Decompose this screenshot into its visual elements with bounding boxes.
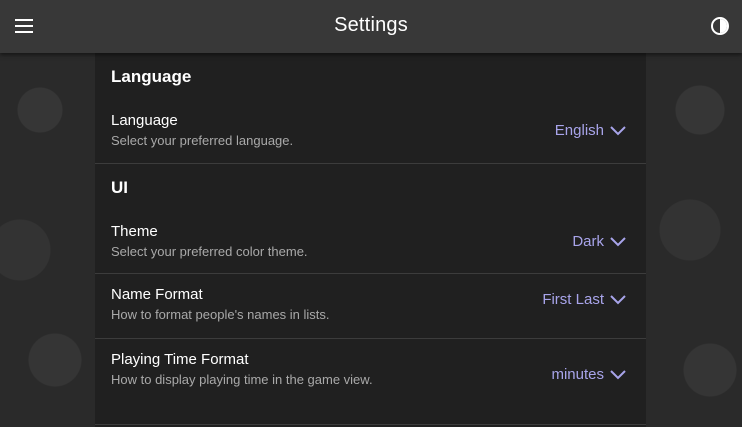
select-value: Dark <box>572 233 604 250</box>
setting-row-name-format: Name Format How to format people's names… <box>95 274 646 339</box>
language-select[interactable]: English <box>555 122 626 139</box>
name-format-select[interactable]: First Last <box>542 291 626 308</box>
section-title-language: Language <box>111 67 192 86</box>
setting-description: How to format people's names in lists. <box>111 307 330 322</box>
theme-select[interactable]: Dark <box>572 233 626 250</box>
app-bar: Settings <box>0 0 742 53</box>
setting-description: How to display playing time in the game … <box>111 372 373 387</box>
chevron-down-icon <box>610 236 626 246</box>
page-title: Settings <box>334 14 408 36</box>
setting-label: Language <box>111 112 178 129</box>
setting-label: Theme <box>111 223 158 240</box>
setting-description: Select your preferred language. <box>111 133 294 148</box>
setting-row-playing-time-format: Playing Time Format How to display playi… <box>95 339 646 425</box>
playing-time-format-select[interactable]: minutes <box>551 366 626 383</box>
settings-panel: Language Language Select your preferred … <box>95 53 646 427</box>
select-value: First Last <box>542 291 604 308</box>
setting-description: Select your preferred color theme. <box>111 244 308 259</box>
contrast-icon[interactable] <box>711 17 729 35</box>
chevron-down-icon <box>610 369 626 379</box>
setting-row-theme: Theme Select your preferred color theme.… <box>95 211 646 274</box>
chevron-down-icon <box>610 294 626 304</box>
setting-row-language: Language Select your preferred language.… <box>95 100 646 164</box>
section-title-ui: UI <box>111 178 128 197</box>
select-value: minutes <box>551 366 604 383</box>
chevron-down-icon <box>610 125 626 135</box>
select-value: English <box>554 122 604 139</box>
